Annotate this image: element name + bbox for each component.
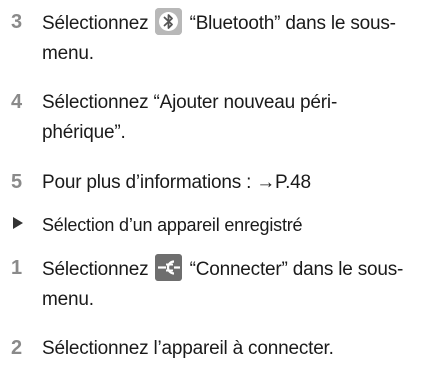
step-number: 2 — [11, 337, 23, 359]
step-text: Sélectionnez “Ajouter nouveau péri-phéri… — [42, 92, 338, 143]
step-text: Pour plus d’informations : →P.48 — [42, 172, 311, 193]
step-number: 4 — [11, 91, 23, 113]
step-number: 5 — [11, 171, 23, 193]
step-text: Sélectionnez l’appareil à connecter. — [42, 338, 334, 359]
step-number: 1 — [11, 257, 23, 279]
step-text-before: Sélectionnez — [42, 13, 154, 34]
step-text: Sélectionnez “Bluetooth” dans le sous-me… — [42, 8, 417, 69]
section-title: Sélection d’un appareil enregistré — [42, 215, 303, 235]
manual-page: 3 Sélectionnez “Bluetooth” dans le sous-… — [0, 0, 423, 388]
connect-plug-icon — [155, 254, 183, 281]
triangle-bullet-icon — [13, 217, 23, 229]
step-text-before: Sélectionnez — [42, 259, 154, 280]
step-text: Sélectionnez “Connecter” dans le sous-me… — [42, 254, 417, 315]
step-number: 3 — [11, 11, 23, 33]
bluetooth-icon — [155, 8, 183, 35]
